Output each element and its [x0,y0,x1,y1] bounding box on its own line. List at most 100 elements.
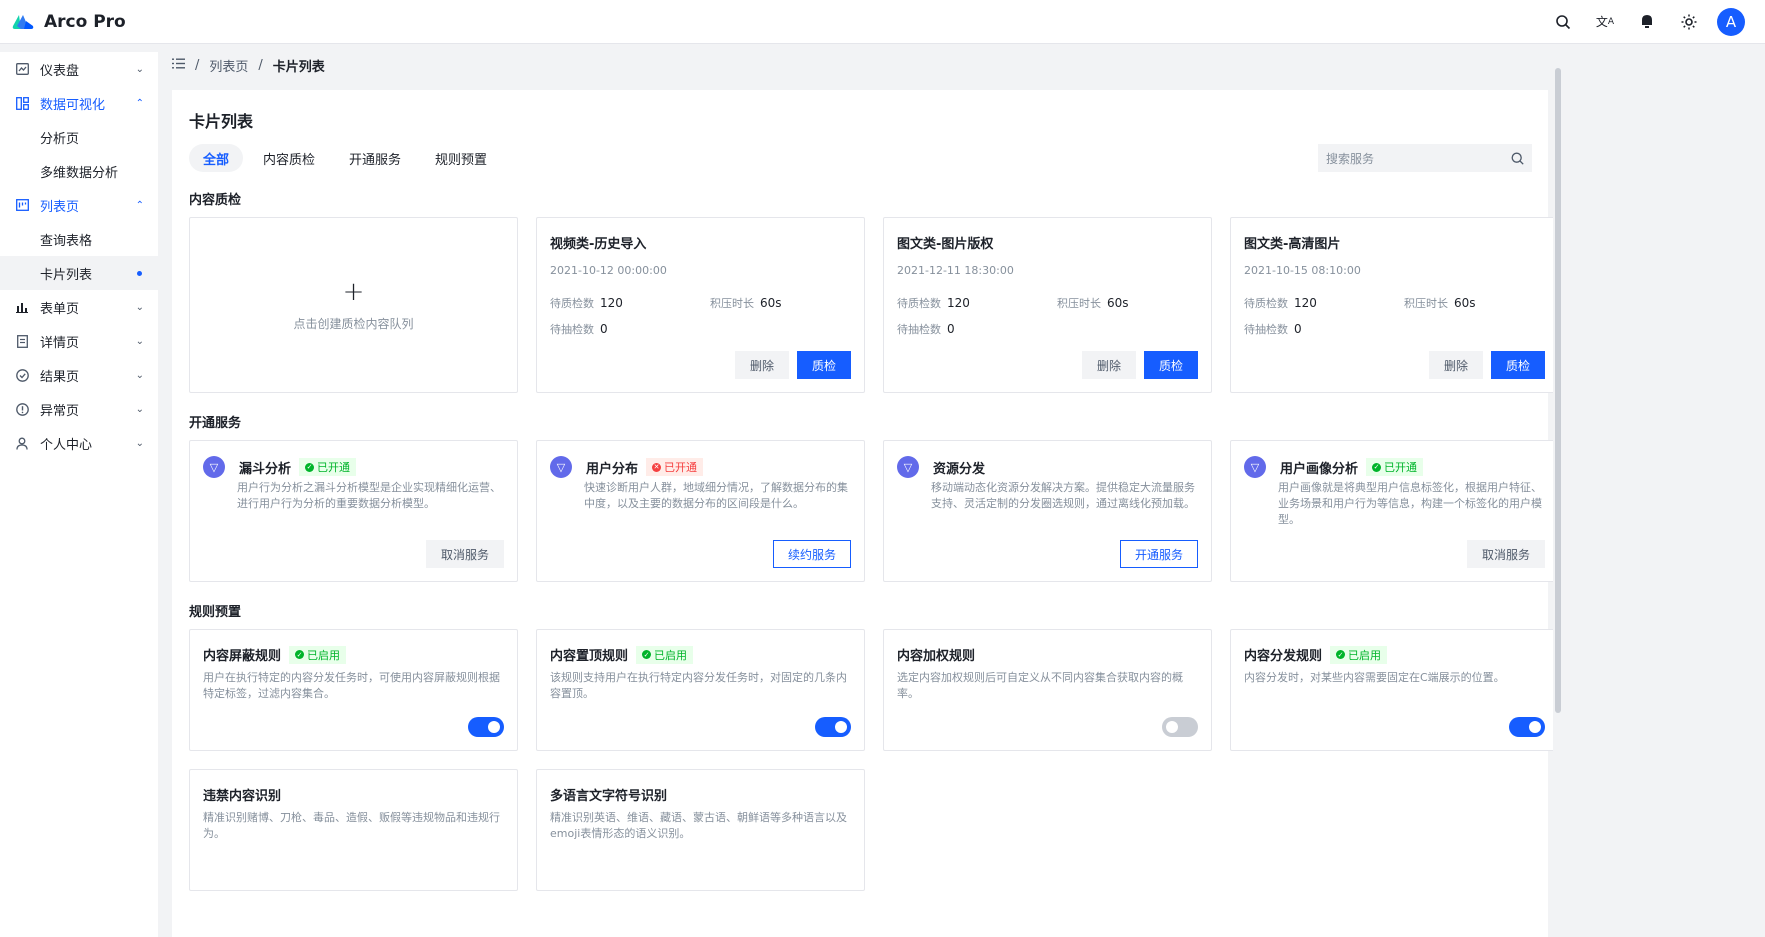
scrollbar[interactable] [1553,52,1563,937]
service-card-title: 用户画像分析 [1280,461,1359,477]
status-badge: ✓ 已启用 [1330,645,1388,664]
search-icon[interactable] [1549,8,1577,36]
cancel-service-button[interactable]: 取消服务 [1466,540,1545,568]
sampling-label: 待抽检数 [1244,323,1288,336]
check-icon: ✓ [305,462,315,472]
rule-toggle[interactable] [1162,717,1198,737]
breadcrumb-parent[interactable]: 列表页 [209,56,248,75]
breadcrumb: / 列表页 / 卡片列表 [172,56,325,75]
chevron-down-icon: ⌄ [135,63,144,75]
tab-rules[interactable]: 规则预置 [421,144,501,172]
sampling-value: 0 [947,322,955,336]
sidebar-subitem-analysis[interactable]: 分析页 [0,120,158,154]
section-title-quality: 内容质检 [189,193,242,208]
funnel-icon: ▽ [1244,456,1266,478]
chevron-up-icon: ⌃ [135,97,144,109]
tab-quality[interactable]: 内容质检 [249,144,329,172]
check-icon: ✓ [642,650,652,659]
rule-card: 内容置顶规则 ✓ 已启用 该规则支持用户在执行特定内容分发任务时，对固定的几条内容… [536,629,865,751]
detail-icon [14,333,30,349]
plus-icon: + [342,276,365,307]
sidebar-item-list[interactable]: 列表页 ⌃ [0,188,158,222]
language-icon[interactable]: 文A [1591,8,1619,36]
status-badge: ✓ 已开通 [1366,458,1424,476]
service-card-title: 资源分发 [933,461,986,477]
sidebar-subitem-multi-dimension[interactable]: 多维数据分析 [0,154,158,188]
rule-card-title: 多语言文字符号识别 [550,789,668,804]
quality-card-date: 2021-12-11 18:30:00 [897,264,1014,277]
rule-card: 内容屏蔽规则 ✓ 已启用 用户在执行特定的内容分发任务时，可使用内容屏蔽规则根据特… [189,629,518,751]
menu-list-icon[interactable] [172,58,185,73]
rule-card: 多语言文字符号识别 精准识别英语、维语、藏语、蒙古语、朝鲜语等多种语言以及emo… [536,769,865,891]
service-card-desc: 快速诊断用户人群，地域细分情况，了解数据分布的集中度，以及主要的数据分布的区间段… [584,481,848,510]
open-service-button[interactable]: 开通服务 [1119,540,1198,568]
rule-card-title: 内容屏蔽规则 [203,649,282,664]
dashboard-icon [14,61,30,77]
chevron-up-icon: ⌃ [135,199,144,211]
rule-card-desc: 精准识别赌博、刀枪、毒品、造假、贩假等违规物品和违规行为。 [203,811,500,840]
result-icon [14,367,30,383]
delete-button[interactable]: 删除 [1428,351,1483,379]
rule-toggle[interactable] [1509,717,1545,737]
visualization-icon [14,95,30,111]
pending-value: 120 [1294,296,1317,310]
tab-services[interactable]: 开通服务 [335,144,415,172]
tab-all[interactable]: 全部 [189,144,244,172]
renew-service-button[interactable]: 续约服务 [772,540,851,568]
rule-card-desc: 用户在执行特定的内容分发任务时，可使用内容屏蔽规则根据特定标签，过滤内容集合。 [203,671,500,700]
breadcrumb-separator: / [195,57,200,73]
funnel-icon: ▽ [897,456,919,478]
quality-card-title: 图文类-高清图片 [1244,237,1341,252]
sidebar-subitem-search-table[interactable]: 查询表格 [0,222,158,256]
breadcrumb-separator: / [258,57,263,73]
delete-button[interactable]: 删除 [1081,351,1136,379]
rule-toggle[interactable] [815,717,851,737]
rule-card-desc: 选定内容加权规则后可自定义从不同内容集合获取内容的概率。 [897,671,1183,700]
breadcrumb-current: 卡片列表 [272,59,325,75]
status-badge: ✓ 已开通 [299,458,357,476]
sidebar-subitem-card-list[interactable]: 卡片列表 [0,256,158,290]
sidebar-item-form[interactable]: 表单页 ⌄ [0,290,158,324]
chevron-down-icon: ⌄ [135,437,144,449]
sampling-value: 0 [1294,322,1302,336]
cancel-service-button[interactable]: 取消服务 [425,540,504,568]
service-card-title: 漏斗分析 [239,461,292,477]
sidebar-item-visualization[interactable]: 数据可视化 ⌃ [0,86,158,120]
search-icon[interactable] [1511,152,1524,165]
notification-icon[interactable] [1633,8,1661,36]
sidebar-item-detail[interactable]: 详情页 ⌄ [0,324,158,358]
service-card: ▽ 用户画像分析 ✓ 已开通 用户画像就是将典型用户信息标签化，根据用户特征、业务… [1230,440,1559,582]
service-card: ▽ 漏斗分析 ✓ 已开通 用户行为分析之漏斗分析模型是企业实现精细化运营、进行用户… [189,440,518,582]
rule-card-desc: 该规则支持用户在执行特定内容分发任务时，对固定的几条内容置顶。 [550,671,847,700]
search-input[interactable]: 搜索服务 [1318,144,1532,172]
logo[interactable]: Arco Pro [12,12,126,32]
inspect-button[interactable]: 质检 [1490,351,1545,379]
pending-value: 120 [600,296,623,310]
inspect-button[interactable]: 质检 [1143,351,1198,379]
scrollbar-thumb[interactable] [1555,68,1561,713]
sidebar-item-dashboard[interactable]: 仪表盘 ⌄ [0,52,158,86]
check-icon: ✓ [1372,462,1382,472]
quality-card: 图文类-高清图片 2021-10-15 08:10:00 待质检数 120 积压时… [1230,217,1559,393]
close-icon: ✕ [652,462,662,472]
rule-toggle[interactable] [468,717,504,737]
search-placeholder: 搜索服务 [1326,151,1375,166]
service-card-desc: 移动端动态化资源分发解决方案。提供稳定大流量服务支持、灵活定制的分发圈选规则，通… [931,481,1195,510]
create-queue-card[interactable]: + 点击创建质检内容队列 [189,217,518,393]
sidebar-item-label: 列表页 [40,199,80,215]
sidebar: 仪表盘 ⌄ 数据可视化 ⌃ 分析页 多维数据分析 列表页 ⌃ 查询表格 卡片列表… [0,52,158,937]
exception-icon [14,401,30,417]
theme-icon[interactable] [1675,8,1703,36]
avatar[interactable]: A [1717,7,1745,36]
service-card-desc: 用户行为分析之漏斗分析模型是企业实现精细化运营、进行用户行为分析的重要数据分析模… [237,481,501,510]
quality-card-title: 视频类-历史导入 [550,237,647,252]
sidebar-item-user[interactable]: 个人中心 ⌄ [0,426,158,460]
pending-value: 120 [947,296,970,310]
delete-button[interactable]: 删除 [734,351,789,379]
inspect-button[interactable]: 质检 [796,351,851,379]
chevron-down-icon: ⌄ [135,301,144,313]
rule-card-title: 内容加权规则 [897,649,976,664]
sidebar-item-exception[interactable]: 异常页 ⌄ [0,392,158,426]
sidebar-item-result[interactable]: 结果页 ⌄ [0,358,158,392]
pending-label: 待质检数 [1244,297,1288,310]
